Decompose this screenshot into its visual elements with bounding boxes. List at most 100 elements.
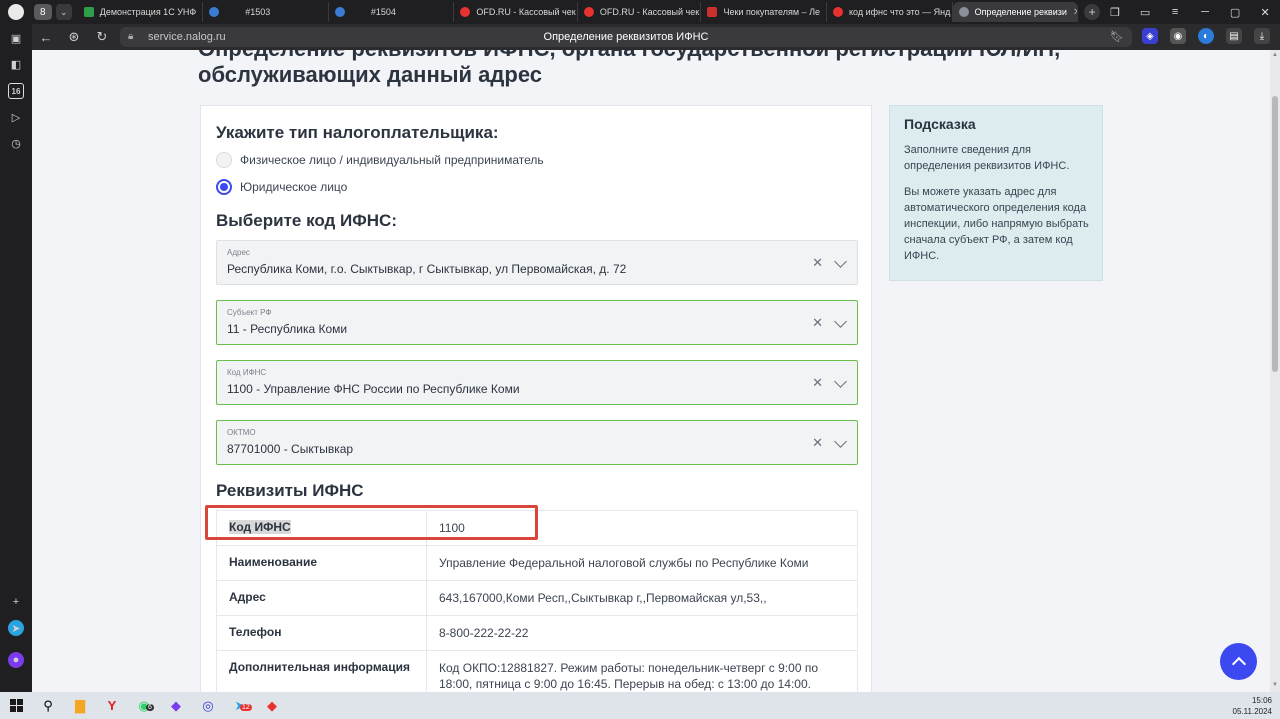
tab-favicon-icon bbox=[209, 7, 220, 17]
calendar-badge-icon[interactable]: 16 bbox=[8, 83, 24, 99]
minimize-icon[interactable]: ─ bbox=[1190, 6, 1220, 18]
radio-button[interactable] bbox=[216, 152, 232, 168]
hint-title: Подсказка bbox=[904, 116, 976, 132]
chevron-down-icon[interactable] bbox=[834, 375, 847, 388]
whatsapp-badge: 6 bbox=[146, 704, 154, 711]
tab-ofd-2[interactable]: OFD.RU - Кассовый чек bbox=[578, 2, 702, 22]
tab-count-badge[interactable]: 8 bbox=[33, 4, 52, 20]
collections-icon[interactable]: ▣ bbox=[8, 30, 24, 46]
browser-sidebar: ▣ ◧ 16 ▷ ◷ + ➤ ● bbox=[0, 24, 32, 692]
ifns-code-select[interactable]: Код ИФНС 1100 - Управление ФНС России по… bbox=[216, 360, 858, 405]
translate-extension-icon[interactable]: ◐ bbox=[1198, 28, 1214, 44]
page-scrollbar[interactable]: ▲ ▼ bbox=[1270, 50, 1280, 692]
browser-logo[interactable] bbox=[0, 0, 32, 24]
messenger-icon[interactable]: ◎ bbox=[192, 692, 224, 719]
tab-ofd-1[interactable]: OFD.RU - Кассовый чек bbox=[454, 2, 578, 22]
highlight-annotation bbox=[205, 505, 538, 540]
table-row: Адрес 643,167000,Коми Респ,,Сыктывкар г,… bbox=[216, 580, 858, 616]
table-row: Телефон 8-800-222-22-22 bbox=[216, 615, 858, 651]
shield-extension-icon[interactable]: ◈ bbox=[1142, 28, 1158, 44]
system-clock[interactable]: 15:06 05.11.2024 bbox=[1233, 695, 1272, 717]
page-title-in-bar: Определение реквизитов ИФНС bbox=[543, 31, 709, 43]
tab-1c-demo[interactable]: Демонстрация 1С УНФ bbox=[78, 2, 204, 22]
address-bar: ← ⊛ ↻ 🔒︎ service.nalog.ru Определение ре… bbox=[32, 24, 1280, 50]
tabs-overview-icon[interactable]: ❐ bbox=[1100, 6, 1130, 19]
start-button[interactable] bbox=[0, 692, 32, 719]
clear-icon[interactable]: ✕ bbox=[812, 435, 823, 451]
tab-1503[interactable]: #1503 bbox=[203, 2, 329, 22]
chevron-down-icon[interactable] bbox=[834, 255, 847, 268]
new-tab-button[interactable]: + bbox=[1084, 4, 1101, 20]
tab-favicon-icon bbox=[958, 7, 969, 17]
form-card: Укажите тип налогоплательщика: Физическо… bbox=[200, 105, 872, 692]
arrow-up-icon bbox=[1231, 656, 1246, 672]
row-value: Управление Федеральной налоговой службы … bbox=[426, 545, 858, 581]
back-icon[interactable]: ← bbox=[32, 30, 60, 45]
row-key: Телефон bbox=[216, 615, 427, 651]
search-icon[interactable]: ⚲ bbox=[32, 692, 64, 719]
scroll-down-icon[interactable]: ▼ bbox=[1272, 682, 1278, 688]
hint-panel: Подсказка Заполните сведения для определ… bbox=[889, 105, 1103, 281]
download-icon[interactable]: ⤓ bbox=[1254, 28, 1270, 44]
screenshot-icon[interactable]: ◧ bbox=[8, 56, 24, 72]
telegram-icon[interactable]: ➤ bbox=[8, 620, 24, 636]
row-key: Дополнительная информация bbox=[216, 650, 427, 692]
whatsapp-icon[interactable]: ◉ 6 bbox=[128, 692, 160, 719]
scroll-to-top-button[interactable] bbox=[1220, 643, 1257, 680]
scroll-up-icon[interactable]: ▲ bbox=[1272, 52, 1278, 58]
row-key: Адрес bbox=[216, 580, 427, 616]
reload-icon[interactable]: ↻ bbox=[88, 29, 116, 45]
vpn-extension-icon[interactable]: ◉ bbox=[1170, 28, 1186, 44]
play-icon[interactable]: ▷ bbox=[8, 109, 24, 125]
radio-individual[interactable]: Физическое лицо / индивидуальный предпри… bbox=[216, 152, 544, 168]
windows-icon bbox=[9, 699, 23, 712]
clear-icon[interactable]: ✕ bbox=[812, 375, 823, 391]
extensions: ◈ ◉ ◐ ▤ ⤓ bbox=[1142, 28, 1270, 44]
notifications-icon[interactable]: ▭ bbox=[1130, 6, 1160, 19]
address-select[interactable]: Адрес Республика Коми, г.о. Сыктывкар, г… bbox=[216, 240, 858, 285]
url-field[interactable]: 🔒︎ service.nalog.ru Определение реквизит… bbox=[120, 27, 1132, 47]
menu-icon[interactable]: ≡ bbox=[1160, 6, 1190, 18]
scrollbar-thumb[interactable] bbox=[1272, 96, 1278, 372]
table-row: Наименование Управление Федеральной нало… bbox=[216, 545, 858, 581]
tab-list-chevron-icon[interactable]: ⌄ bbox=[55, 4, 72, 20]
chevron-down-icon[interactable] bbox=[834, 315, 847, 328]
viber-icon[interactable]: ◆ bbox=[160, 692, 192, 719]
subject-select[interactable]: Субъект РФ 11 - Республика Коми ✕ bbox=[216, 300, 858, 345]
row-key: Наименование bbox=[216, 545, 427, 581]
page-viewport: Определение реквизитов ИФНС, органа госу… bbox=[32, 50, 1270, 692]
close-tab-icon[interactable]: ✕ bbox=[1073, 7, 1077, 18]
taxpayer-type-title: Укажите тип налогоплательщика: bbox=[216, 123, 499, 142]
page-heading: Определение реквизитов ИФНС, органа госу… bbox=[198, 50, 1060, 87]
hint-text-1: Заполните сведения для определения рекви… bbox=[904, 144, 1070, 172]
tab-ifns-active[interactable]: Определение реквизи ✕ bbox=[952, 2, 1079, 22]
tab-favicon-icon bbox=[334, 7, 345, 17]
taskbar: ⚲ ▇ Y ◉6 ◆ ◎ ➤12 ◆ 15:06 05.11.2024 bbox=[0, 692, 1280, 719]
reader-extension-icon[interactable]: ▤ bbox=[1226, 28, 1242, 44]
maximize-icon[interactable]: ▢ bbox=[1220, 6, 1250, 19]
alice-icon[interactable]: ● bbox=[8, 652, 24, 668]
tab-favicon-icon bbox=[460, 7, 471, 17]
radio-legal-entity[interactable]: Юридическое лицо bbox=[216, 179, 347, 195]
history-icon[interactable]: ◷ bbox=[8, 135, 24, 151]
bookmark-icon[interactable]: 🔖︎ bbox=[1110, 30, 1124, 43]
close-window-icon[interactable]: ✕ bbox=[1250, 6, 1280, 19]
tab-receipts[interactable]: Чеки покупателям – Ле bbox=[701, 2, 828, 22]
anydesk-icon[interactable]: ◆ bbox=[256, 692, 288, 719]
oktmo-select[interactable]: ОКТМО 87701000 - Сыктывкар ✕ bbox=[216, 420, 858, 465]
row-value: 8-800-222-22-22 bbox=[426, 615, 858, 651]
add-panel-icon[interactable]: + bbox=[8, 594, 24, 610]
yandex-browser-icon[interactable]: Y bbox=[96, 692, 128, 719]
tab-favicon-icon bbox=[83, 7, 94, 17]
protect-icon[interactable]: ⊛ bbox=[60, 29, 88, 45]
tab-1504[interactable]: #1504 bbox=[329, 2, 455, 22]
telegram-taskbar-icon[interactable]: ➤12 bbox=[224, 692, 256, 719]
clear-icon[interactable]: ✕ bbox=[812, 255, 823, 271]
radio-button-checked[interactable] bbox=[216, 179, 232, 195]
tab-yandex-search[interactable]: код ифнс что это — Янд bbox=[827, 2, 953, 22]
folder-icon[interactable]: ▇ bbox=[64, 692, 96, 719]
hint-text-2: Вы можете указать адрес для автоматическ… bbox=[904, 186, 1089, 262]
chevron-down-icon[interactable] bbox=[834, 435, 847, 448]
requisites-title: Реквизиты ИФНС bbox=[216, 481, 364, 500]
clear-icon[interactable]: ✕ bbox=[812, 315, 823, 331]
